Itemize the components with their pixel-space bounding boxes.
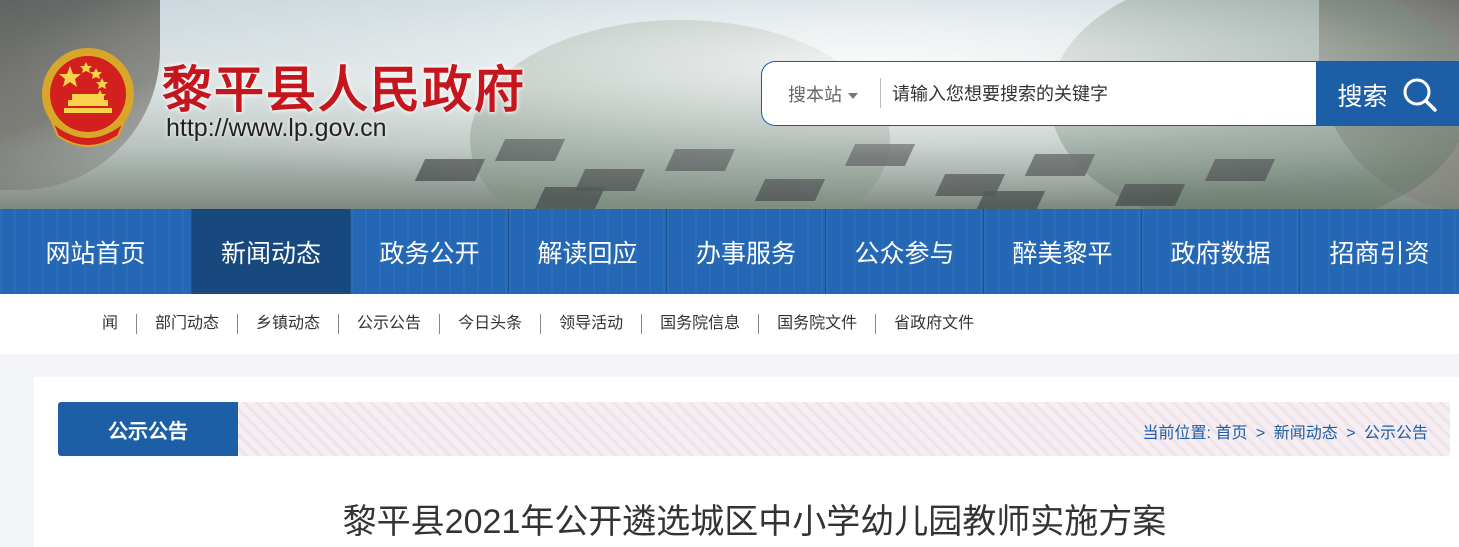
- section-tag: 公示公告: [58, 402, 238, 456]
- article-title: 黎平县2021年公开遴选城区中小学幼儿园教师实施方案: [342, 503, 1167, 541]
- sub-nav: 闻 部门动态 乡镇动态 公示公告 今日头条 领导活动 国务院信息 国务院文件 省…: [0, 294, 1459, 354]
- breadcrumb-separator: >: [1255, 425, 1266, 442]
- subnav-item-state-council-docs[interactable]: 国务院文件: [758, 314, 875, 334]
- breadcrumb-separator: >: [1346, 425, 1356, 442]
- nav-item-interpretation[interactable]: 解读回应: [509, 209, 667, 294]
- breadcrumb-prefix: 当前位置:: [1142, 425, 1211, 442]
- nav-item-services[interactable]: 办事服务: [667, 209, 826, 294]
- nav-item-news[interactable]: 新闻动态: [192, 209, 351, 294]
- subnav-item-headlines[interactable]: 今日头条: [439, 314, 540, 334]
- main-nav: 网站首页 新闻动态 政务公开 解读回应 办事服务 公众参与 醉美黎平 政府数据 …: [0, 209, 1459, 294]
- nav-item-beautiful-liping[interactable]: 醉美黎平: [984, 209, 1142, 294]
- search-input[interactable]: [892, 76, 1312, 112]
- search-box: 搜本站 搜索: [761, 61, 1459, 126]
- search-scope-label: 搜本站: [788, 85, 842, 105]
- nav-item-home[interactable]: 网站首页: [0, 209, 192, 294]
- nav-item-participation[interactable]: 公众参与: [826, 209, 984, 294]
- chevron-down-icon: [848, 93, 858, 100]
- search-icon: [1403, 78, 1437, 112]
- breadcrumb-news-link[interactable]: 新闻动态: [1274, 425, 1338, 442]
- national-emblem-icon[interactable]: [40, 44, 136, 150]
- site-title[interactable]: 黎平县人民政府: [162, 50, 526, 122]
- subnav-item-news[interactable]: 闻: [100, 314, 136, 334]
- breadcrumb: 当前位置: 首页 > 新闻动态 > 公示公告: [1143, 419, 1428, 443]
- search-divider: [880, 78, 881, 108]
- subnav-item-state-council-info[interactable]: 国务院信息: [641, 314, 758, 334]
- search-button[interactable]: 搜索: [1316, 62, 1459, 125]
- site-url: http://www.lp.gov.cn: [166, 114, 387, 142]
- nav-item-gov-disclosure[interactable]: 政务公开: [351, 209, 509, 294]
- section-header-bar: 公示公告 当前位置: 首页 > 新闻动态 > 公示公告: [58, 402, 1450, 456]
- search-button-label: 搜索: [1337, 82, 1388, 111]
- breadcrumb-announcements-link[interactable]: 公示公告: [1364, 425, 1428, 442]
- search-scope-select[interactable]: 搜本站: [788, 81, 858, 107]
- breadcrumb-home-link[interactable]: 首页: [1215, 425, 1247, 442]
- subnav-item-township-news[interactable]: 乡镇动态: [237, 314, 338, 334]
- subnav-item-provincial-docs[interactable]: 省政府文件: [875, 314, 992, 334]
- nav-item-investment[interactable]: 招商引资: [1300, 209, 1459, 294]
- subnav-item-leader-activities[interactable]: 领导活动: [540, 314, 641, 334]
- subnav-item-announcements[interactable]: 公示公告: [338, 314, 439, 334]
- nav-item-gov-data[interactable]: 政府数据: [1142, 209, 1300, 294]
- subnav-item-department-news[interactable]: 部门动态: [136, 314, 237, 334]
